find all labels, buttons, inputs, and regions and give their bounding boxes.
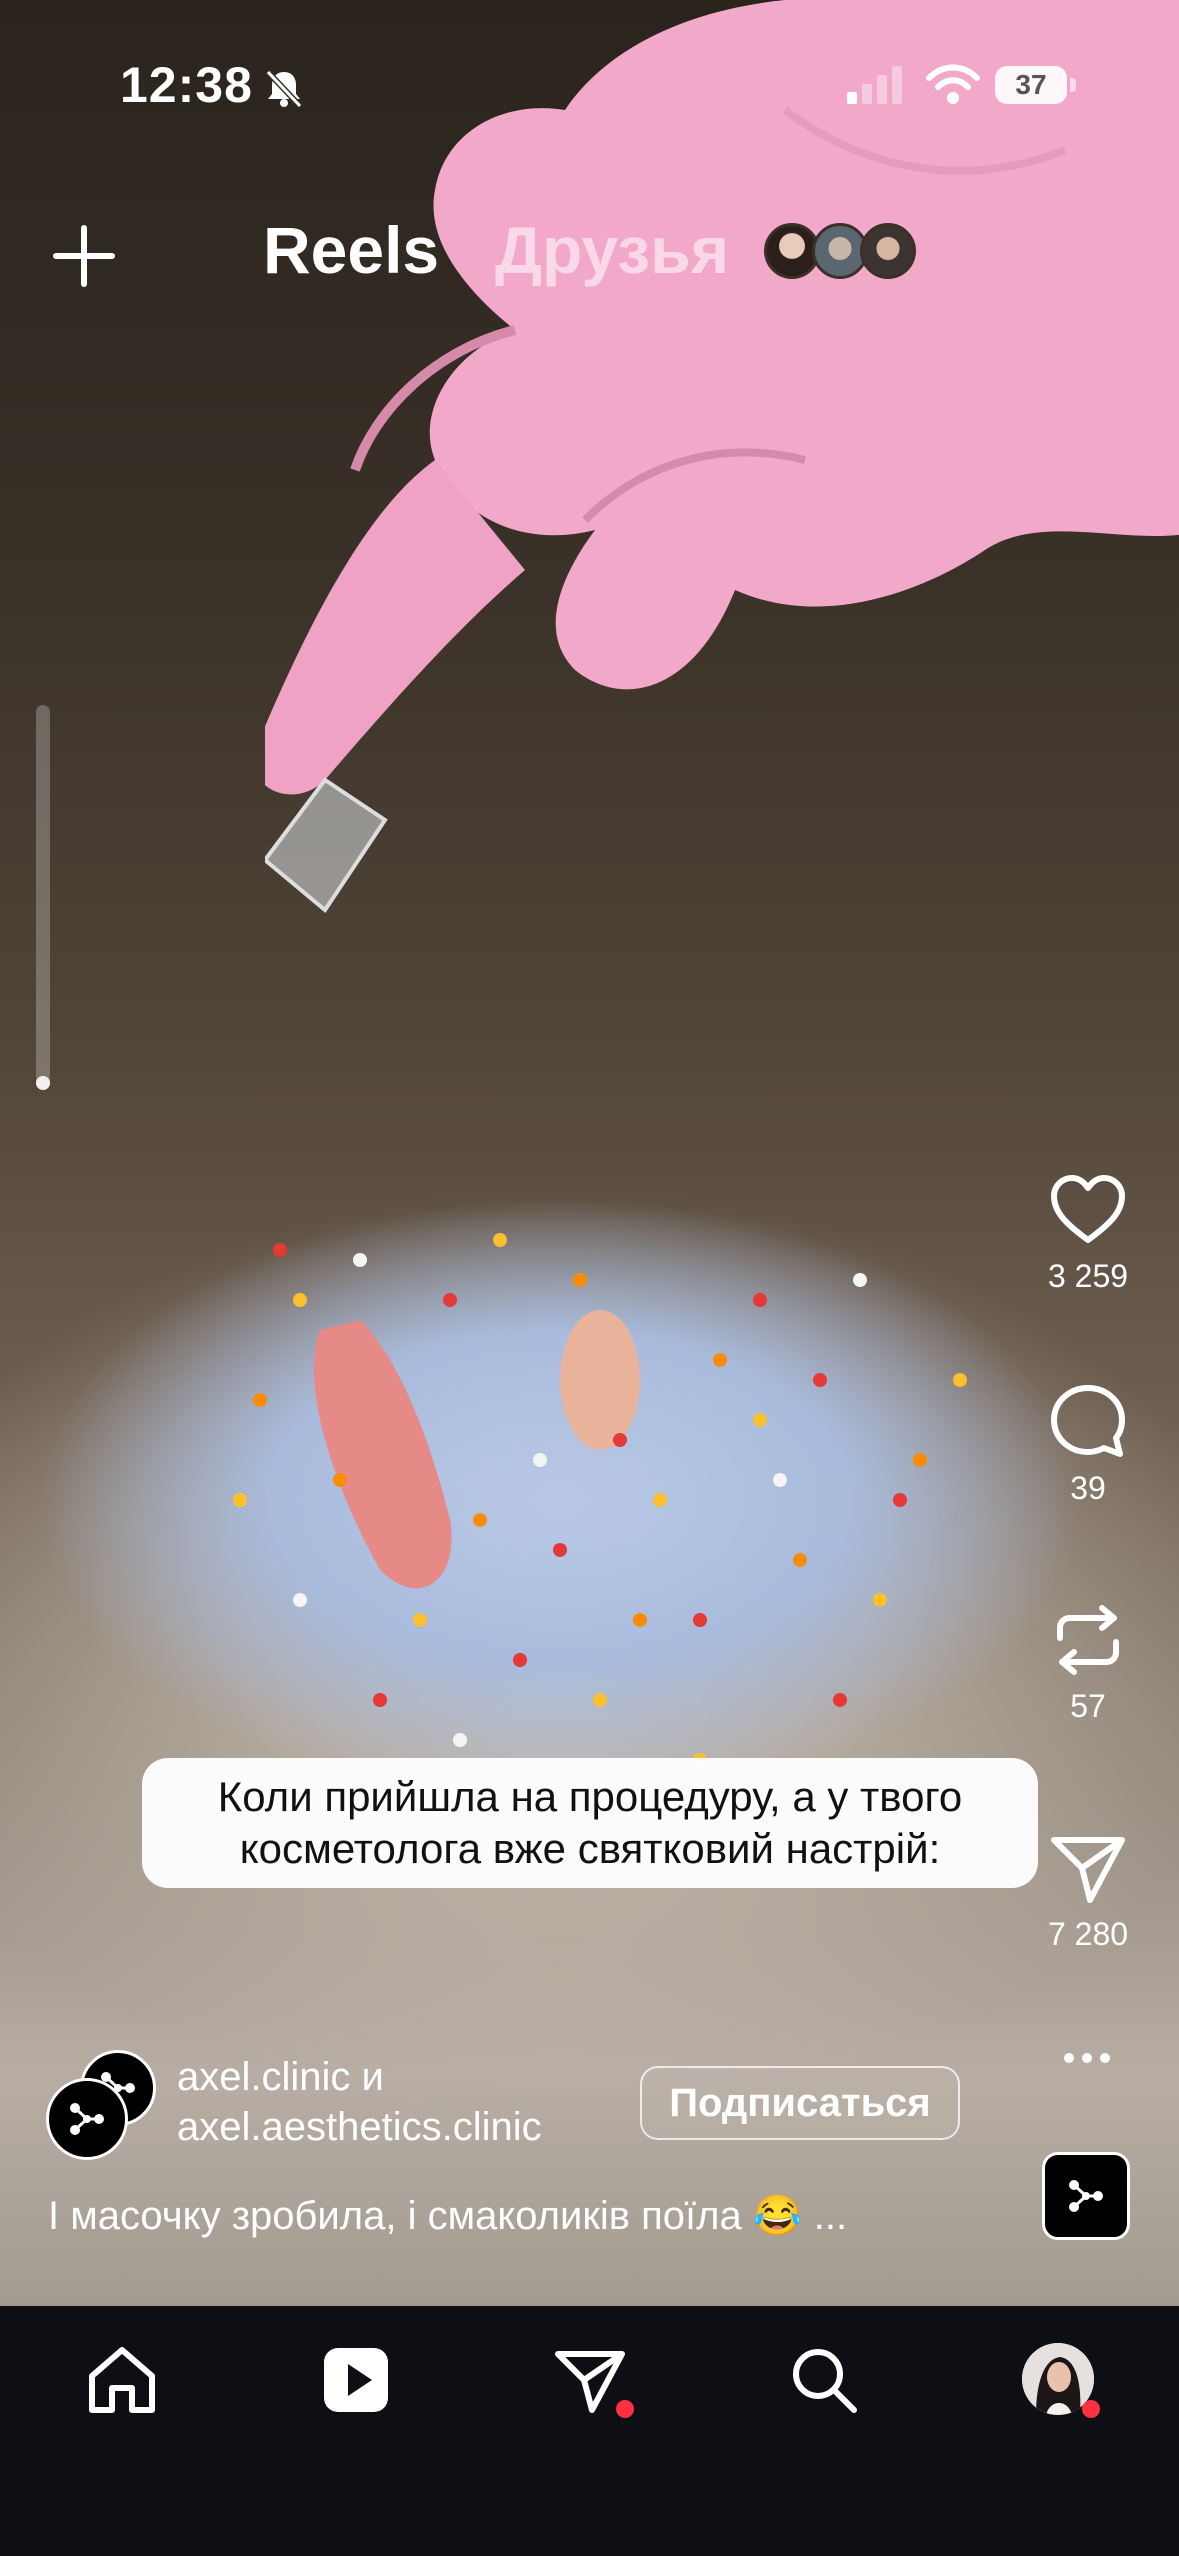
battery-indicator: 37 <box>995 64 1077 108</box>
repost-count: 57 <box>1070 1688 1106 1724</box>
author-username[interactable]: axel.clinic <box>177 2055 350 2099</box>
tab-reels[interactable]: Reels <box>263 212 439 288</box>
status-bar: 12:38 37 <box>0 0 1179 170</box>
brand-logo-icon <box>70 2103 104 2135</box>
cellular-signal-icon <box>847 66 902 104</box>
caption-line-1: Коли прийшла на процедуру, а у твого <box>217 1773 963 1820</box>
coauthor-avatar[interactable] <box>46 2078 128 2160</box>
post-description[interactable]: І масочку зробила, і смаколиків поїла 😂 … <box>48 2192 847 2239</box>
author-names[interactable]: axel.clinic и axel.aesthetics.clinic <box>177 2052 542 2152</box>
wifi-icon <box>926 64 980 104</box>
send-icon[interactable] <box>1046 1826 1130 1910</box>
caption-line-2: косметолога вже святковий настрій: <box>239 1825 941 1872</box>
video-caption-overlay: Коли прийшла на процедуру, а у твого кос… <box>142 1758 1038 1888</box>
search-icon[interactable] <box>784 2340 864 2420</box>
share-action[interactable]: 7 280 <box>1030 1826 1146 1953</box>
status-time: 12:38 <box>120 57 253 113</box>
reels-icon[interactable] <box>316 2340 396 2420</box>
comment-icon[interactable] <box>1046 1380 1130 1464</box>
reel-video[interactable] <box>0 0 1179 2306</box>
more-options-icon[interactable] <box>1062 2045 1112 2071</box>
like-count: 3 259 <box>1047 1258 1129 1294</box>
author-conjunction: и <box>361 2055 384 2099</box>
heart-icon[interactable] <box>1046 1168 1130 1252</box>
create-plus-icon[interactable] <box>48 220 120 292</box>
messages-notification-dot <box>616 2400 634 2418</box>
comment-action[interactable]: 39 <box>1030 1380 1146 1507</box>
home-icon[interactable] <box>82 2340 162 2420</box>
profile-notification-dot <box>1082 2400 1100 2418</box>
comment-count: 39 <box>1070 1470 1106 1506</box>
tab-friends[interactable]: Друзья <box>495 212 729 288</box>
like-action[interactable]: 3 259 <box>1030 1168 1146 1295</box>
friend-avatar[interactable] <box>860 223 916 279</box>
repost-icon[interactable] <box>1046 1598 1130 1682</box>
audio-button[interactable] <box>1042 2152 1130 2240</box>
silent-bell-icon <box>265 69 303 109</box>
battery-level: 37 <box>995 66 1067 104</box>
coauthor-username[interactable]: axel.aesthetics.clinic <box>177 2102 542 2152</box>
video-progress-fill <box>36 1076 50 1090</box>
repost-action[interactable]: 57 <box>1030 1598 1146 1725</box>
follow-button[interactable]: Подписаться <box>640 2066 960 2140</box>
brand-logo-icon <box>1069 2180 1103 2212</box>
sprinkle-decor <box>233 1233 967 1767</box>
video-progress-bar[interactable] <box>36 705 50 1090</box>
share-count: 7 280 <box>1047 1916 1129 1952</box>
